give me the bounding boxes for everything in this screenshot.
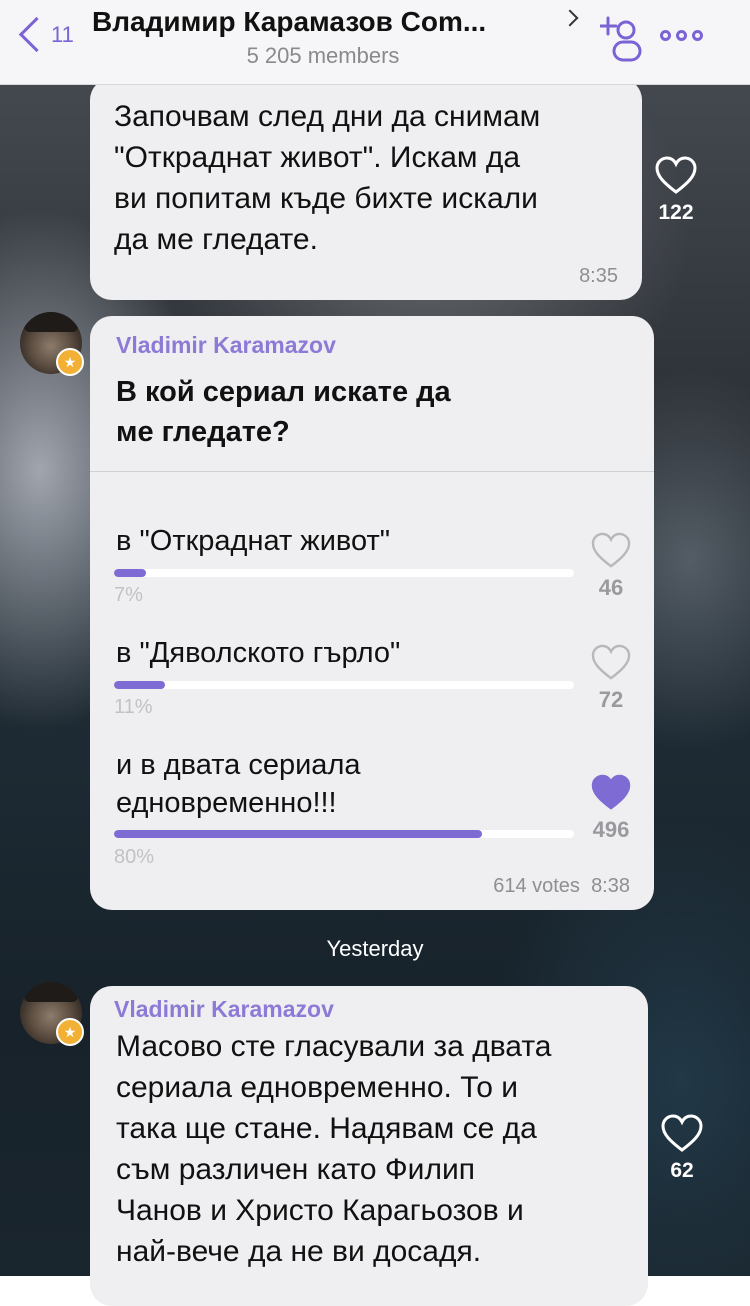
like-button[interactable]: 122 (646, 156, 706, 225)
like-button[interactable]: 62 (652, 1114, 712, 1183)
message-line: сериала едновременно. То и (116, 1071, 518, 1104)
chat-title[interactable]: Владимир Карамазов Com... (92, 6, 552, 38)
message-line: така ще стане. Надявам се да (116, 1112, 537, 1145)
admin-star-icon: ★ (56, 1018, 84, 1046)
dot (660, 30, 671, 41)
poll-option-fill (114, 681, 165, 689)
poll-option-label-line: едновременно!!! (116, 787, 337, 819)
heart-filled-icon (591, 774, 631, 810)
message-line: Чанов и Христо Карагьозов и (116, 1194, 524, 1227)
heart-icon (655, 156, 697, 194)
avatar-hat (24, 312, 78, 332)
poll-option-percent: 11% (114, 696, 153, 718)
avatar-hat (24, 982, 78, 1002)
message-line: "Откраднат живот". Искам да (114, 141, 521, 174)
message-line: ви попитам къде бихте искали (114, 182, 538, 215)
poll-option-like-button[interactable]: 72 (580, 644, 642, 713)
poll-option-label-line: и в двата сериала (116, 749, 361, 781)
chevron-right-icon[interactable] (561, 9, 579, 27)
poll-option-bar (114, 681, 574, 689)
poll-footer: 614 votes 8:38 (493, 875, 630, 898)
poll-votes: 614 votes (493, 875, 580, 897)
heart-icon (661, 1114, 703, 1152)
poll-option-percent: 7% (114, 584, 143, 606)
sender-name[interactable]: Vladimir Karamazov (114, 996, 334, 1023)
poll-question-line: В кой сериал искате да (116, 376, 451, 408)
heart-icon (591, 644, 631, 680)
poll-option-bar (114, 569, 574, 577)
message-line: Масово сте гласували за двата (116, 1030, 552, 1063)
sender-name[interactable]: Vladimir Karamazov (116, 332, 336, 359)
message-line: съм различен като Филип (116, 1153, 475, 1186)
poll-option-label: в "Дяволското гърло" (116, 637, 401, 669)
poll-option-fill (114, 569, 147, 577)
poll-option-like-button[interactable]: 46 (580, 532, 642, 601)
message-bubble[interactable]: Vladimir Karamazov Масово сте гласували … (90, 986, 648, 1306)
message-line: да ме гледате. (114, 223, 318, 256)
poll-option-likes: 496 (592, 817, 630, 842)
message-time: 8:35 (579, 265, 618, 287)
poll-option-label: в "Откраднат живот" (116, 525, 391, 557)
poll-bubble: Vladimir Karamazov В кой сериал искате д… (90, 316, 654, 910)
members-count: 5 205 members (246, 43, 400, 68)
dot (692, 30, 703, 41)
poll-option-likes: 46 (598, 575, 624, 600)
chat-header: 11 Владимир Карамазов Com... 5 205 membe… (0, 0, 750, 85)
poll-option-percent: 80% (114, 846, 155, 868)
like-count: 62 (670, 1159, 694, 1182)
message-text: Масово сте гласували за двата сериала ед… (116, 1026, 551, 1272)
poll-question: В кой сериал искате да ме гледате? (116, 372, 451, 452)
message-time: 8:38 (591, 875, 630, 897)
poll-option-like-button[interactable]: 496 (580, 774, 642, 843)
message-text: Започвам след дни да снимам "Откраднат ж… (114, 96, 540, 260)
like-count: 122 (658, 201, 694, 224)
heart-icon (591, 532, 631, 568)
poll-option-label: и в двата сериала едновременно!!! (116, 746, 361, 822)
message-bubble[interactable]: Започвам след дни да снимам "Откраднат ж… (90, 78, 642, 300)
poll-option-fill (114, 830, 482, 838)
admin-star-icon: ★ (56, 348, 84, 376)
poll-option-bar (114, 830, 574, 838)
message-line: Започвам след дни да снимам (114, 100, 541, 133)
divider (90, 471, 654, 472)
more-icon[interactable] (660, 30, 703, 41)
poll-question-line: ме гледате? (116, 416, 290, 448)
message-line: най-вече да не ви досадя. (116, 1235, 482, 1268)
dot (676, 30, 687, 41)
date-separator: Yesterday (326, 936, 424, 961)
add-participant-icon[interactable] (600, 16, 644, 62)
poll-option-likes: 72 (598, 687, 624, 712)
